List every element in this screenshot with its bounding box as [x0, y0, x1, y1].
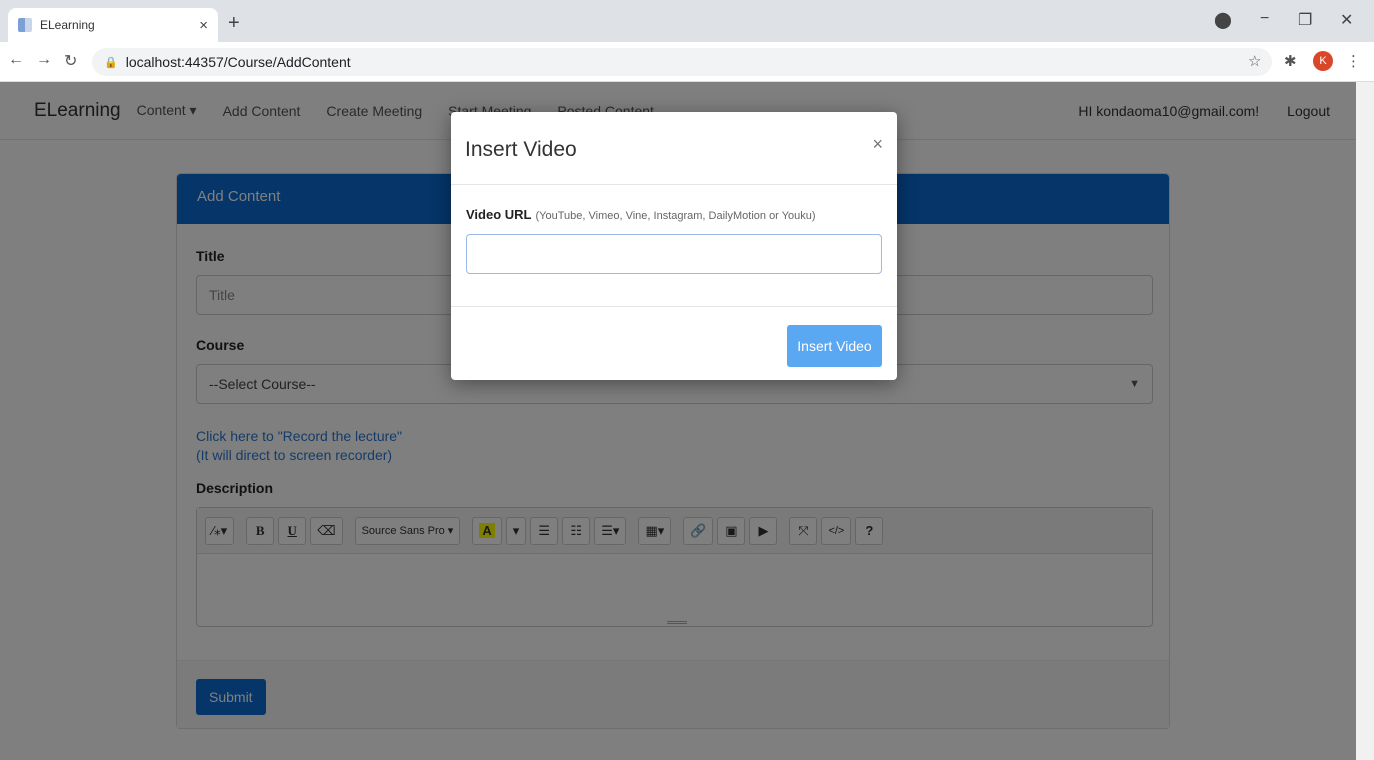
insert-video-modal: Insert Video × Video URL (YouTube, Vimeo,…: [451, 112, 897, 380]
chrome-menu-icon[interactable]: ⬤: [1214, 10, 1232, 30]
forward-icon[interactable]: →: [36, 51, 52, 69]
modal-divider: [451, 306, 897, 307]
page-favicon-icon: [18, 18, 32, 32]
video-url-label-text: Video URL: [466, 207, 532, 222]
tab-close-icon[interactable]: ×: [199, 17, 208, 34]
close-window-icon[interactable]: ✕: [1340, 10, 1353, 30]
url-bar[interactable]: 🔒 localhost:44357/Course/AddContent: [92, 48, 1272, 76]
reload-icon[interactable]: ↻: [64, 51, 77, 71]
restore-icon[interactable]: ❐: [1298, 10, 1312, 30]
video-url-input[interactable]: [466, 234, 882, 274]
browser-tabstrip: ELearning × + ⬤ − ❐ ✕: [0, 0, 1374, 42]
browser-menu-icon[interactable]: ⋮: [1346, 52, 1361, 70]
modal-close-icon[interactable]: ×: [872, 134, 883, 155]
profile-avatar[interactable]: K: [1313, 51, 1333, 71]
modal-title: Insert Video: [465, 138, 577, 161]
page-scrollbar[interactable]: [1356, 82, 1374, 760]
url-text: localhost:44357/Course/AddContent: [125, 54, 351, 70]
tab-title: ELearning: [40, 18, 95, 32]
new-tab-button[interactable]: +: [228, 12, 240, 35]
minimize-icon[interactable]: −: [1260, 10, 1269, 28]
lock-icon: 🔒: [104, 56, 118, 69]
video-url-hint: (YouTube, Vimeo, Vine, Instagram, DailyM…: [535, 210, 816, 222]
insert-video-button[interactable]: Insert Video: [787, 325, 882, 367]
address-bar-row: ← → ↻ 🔒 localhost:44357/Course/AddConten…: [0, 42, 1374, 82]
browser-tab[interactable]: ELearning ×: [8, 8, 218, 42]
extensions-icon[interactable]: ✱: [1284, 52, 1297, 70]
video-url-label: Video URL (YouTube, Vimeo, Vine, Instagra…: [466, 207, 816, 222]
modal-divider: [451, 184, 897, 185]
bookmark-star-icon[interactable]: ☆: [1248, 52, 1261, 70]
back-icon[interactable]: ←: [8, 51, 24, 69]
